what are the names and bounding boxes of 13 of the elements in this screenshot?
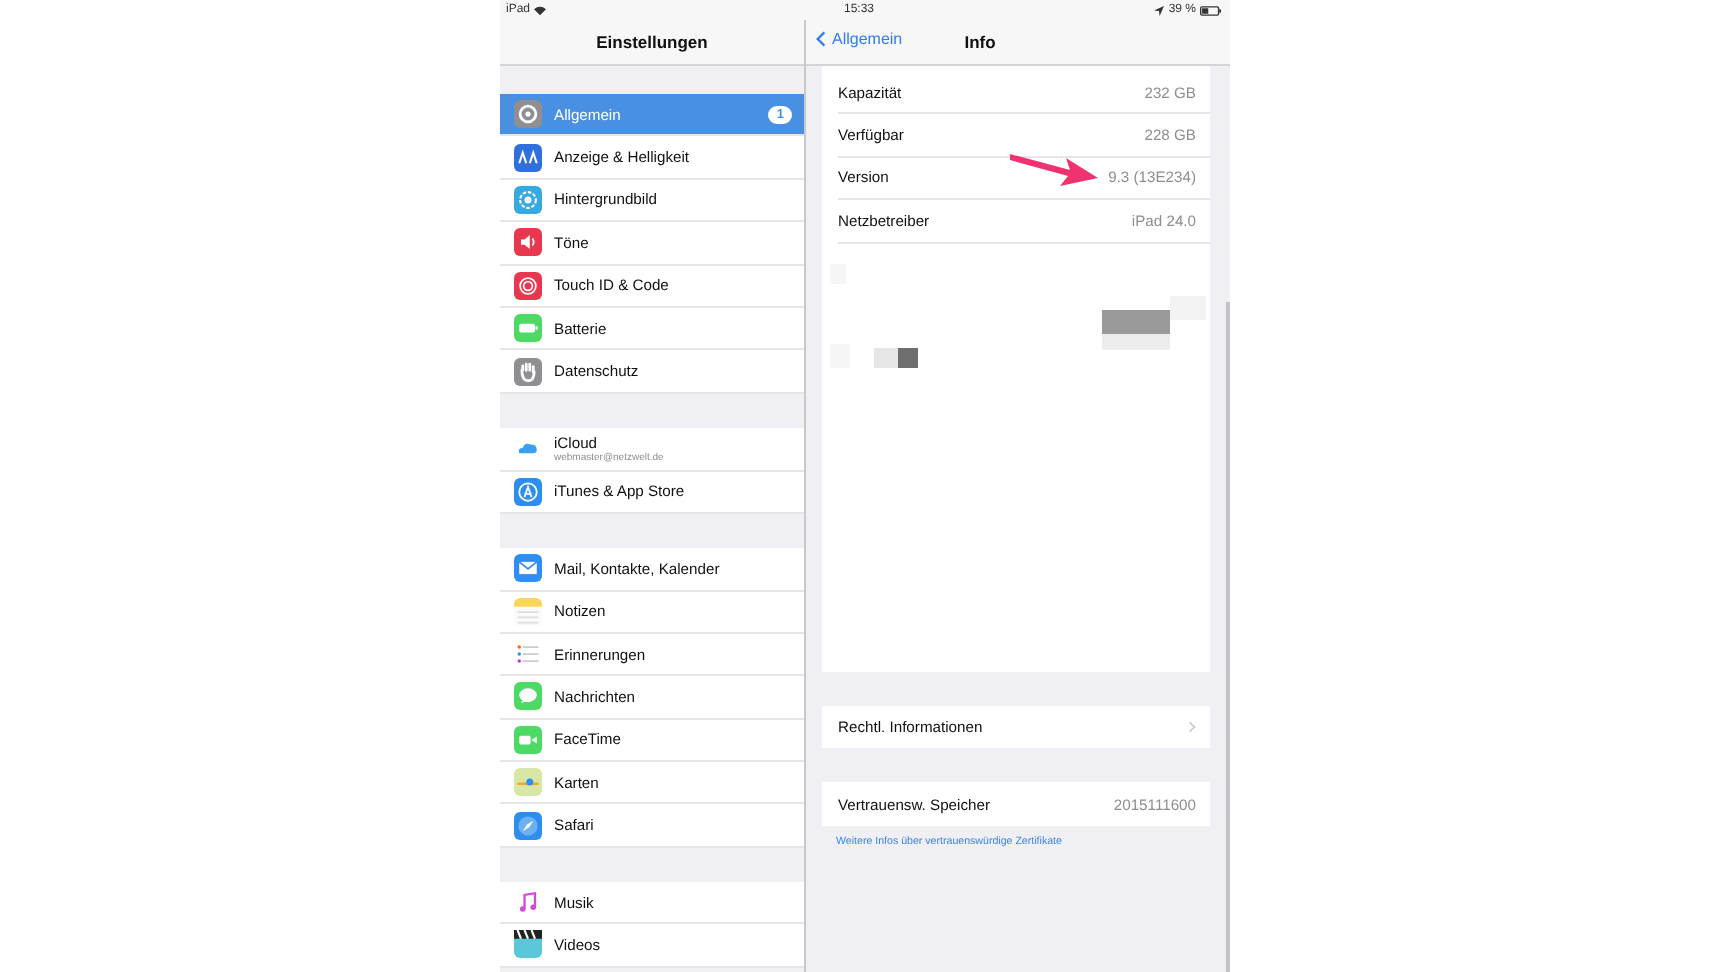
pixelation-block [874, 347, 898, 368]
sidebar-title: Einstellungen [596, 32, 708, 52]
annotation-arrow [1010, 148, 1098, 188]
battery-icon [1200, 5, 1222, 15]
chevron-icon [1188, 720, 1196, 735]
music-note-icon [514, 888, 542, 917]
back-button[interactable]: Allgemein [816, 30, 903, 48]
pixelation-block [898, 347, 918, 368]
page-title: Info [964, 32, 996, 52]
list-icon [514, 640, 542, 669]
wifi-icon [534, 5, 547, 15]
location-arrow-icon [1154, 5, 1165, 15]
back-chevron-icon [816, 30, 826, 48]
